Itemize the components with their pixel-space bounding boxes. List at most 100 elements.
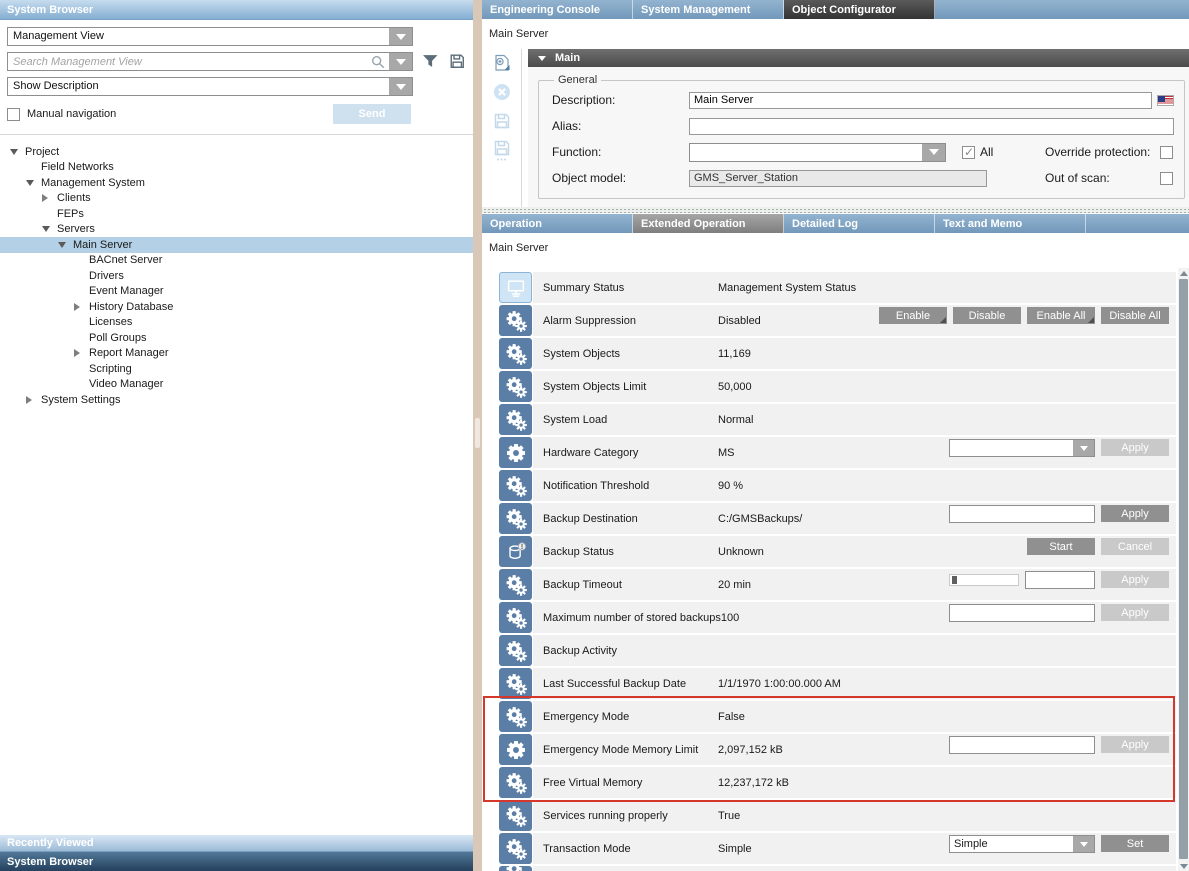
backup-timeout-input[interactable]: [1025, 571, 1095, 589]
send-button[interactable]: Send: [333, 104, 411, 124]
splitter-grip[interactable]: [475, 418, 480, 448]
gear-icon[interactable]: [499, 437, 532, 468]
database-alert-icon[interactable]: !: [499, 536, 532, 567]
tree-collapsed-icon[interactable]: [74, 303, 89, 311]
tree-item-field-networks[interactable]: Field Networks: [0, 160, 473, 176]
override-protection-checkbox[interactable]: [1160, 146, 1173, 159]
start-button[interactable]: Start: [1027, 538, 1095, 555]
gears-icon[interactable]: [499, 338, 532, 369]
tab-system-management[interactable]: System Management: [633, 0, 784, 19]
save-icon[interactable]: [492, 111, 512, 131]
description-input[interactable]: [689, 92, 1152, 109]
tree-expanded-icon[interactable]: [42, 226, 57, 232]
view-selector[interactable]: Management View: [7, 27, 413, 46]
set-button[interactable]: Set: [1101, 835, 1169, 852]
tab-operation[interactable]: Operation: [482, 214, 633, 233]
tab-engineering-console[interactable]: Engineering Console: [482, 0, 633, 19]
tree-collapsed-icon[interactable]: [74, 349, 89, 357]
chevron-down-icon[interactable]: [389, 53, 412, 70]
gears-icon[interactable]: [499, 833, 532, 864]
backup-destination-input[interactable]: [949, 505, 1095, 523]
gears-icon[interactable]: [499, 767, 532, 798]
gears-icon[interactable]: [499, 602, 532, 633]
maximum-number-of-stored-backups-input[interactable]: [949, 604, 1095, 622]
out-of-scan-checkbox[interactable]: [1160, 172, 1173, 185]
enable-button[interactable]: Enable: [879, 307, 947, 324]
scroll-up-icon[interactable]: [1178, 268, 1189, 278]
gear-icon[interactable]: [499, 734, 532, 765]
tree-item-licenses[interactable]: Licenses: [0, 315, 473, 331]
chevron-down-icon[interactable]: [1073, 440, 1094, 456]
gears-icon[interactable]: [499, 371, 532, 402]
tree-item-system-settings[interactable]: System Settings: [0, 392, 473, 408]
tree-item-video-manager[interactable]: Video Manager: [0, 377, 473, 393]
main-section-header[interactable]: Main: [528, 49, 1189, 67]
tree-expanded-icon[interactable]: [26, 180, 41, 186]
slider-handle[interactable]: [952, 576, 957, 584]
tree-item-report-manager[interactable]: Report Manager: [0, 346, 473, 362]
delete-object-icon[interactable]: [492, 82, 512, 102]
tree-item-clients[interactable]: Clients: [0, 191, 473, 207]
tree-item-management-system[interactable]: Management System: [0, 175, 473, 191]
panel-splitter[interactable]: [473, 0, 482, 871]
tree-item-project[interactable]: Project: [0, 144, 473, 160]
alias-input[interactable]: [689, 118, 1174, 135]
gears-icon[interactable]: [499, 470, 532, 501]
save-filter-icon[interactable]: [448, 52, 467, 71]
apply-button[interactable]: Apply: [1101, 505, 1169, 522]
transaction-mode-select[interactable]: Simple: [949, 835, 1095, 853]
tab-text-and-memo[interactable]: Text and Memo: [935, 214, 1086, 233]
emergency-mode-memory-limit-input[interactable]: [949, 736, 1095, 754]
tree-item-bacnet-server[interactable]: BACnet Server: [0, 253, 473, 269]
description-selector[interactable]: Show Description: [7, 77, 413, 96]
function-select[interactable]: [689, 143, 946, 162]
save-as-icon[interactable]: [492, 140, 512, 160]
tree-item-history-database[interactable]: History Database: [0, 299, 473, 315]
tree-expanded-icon[interactable]: [58, 242, 73, 248]
gears-icon[interactable]: [499, 635, 532, 666]
tab-extended-operation[interactable]: Extended Operation: [633, 214, 784, 233]
tree-item-scripting[interactable]: Scripting: [0, 361, 473, 377]
enable-all-button[interactable]: Enable All: [1027, 307, 1095, 324]
disable-all-button[interactable]: Disable All: [1101, 307, 1169, 324]
gears-icon[interactable]: [499, 866, 532, 871]
tab-detailed-log[interactable]: Detailed Log: [784, 214, 935, 233]
tree-item-feps[interactable]: FEPs: [0, 206, 473, 222]
chevron-down-icon[interactable]: [389, 78, 412, 95]
search-icon[interactable]: [370, 54, 386, 70]
tree-expanded-icon[interactable]: [10, 149, 25, 155]
vertical-scrollbar[interactable]: [1178, 268, 1189, 871]
gears-icon[interactable]: [499, 569, 532, 600]
tree-item-event-manager[interactable]: Event Manager: [0, 284, 473, 300]
tree-item-main-server[interactable]: Main Server: [0, 237, 473, 253]
gears-icon[interactable]: [499, 701, 532, 732]
system-browser-bar[interactable]: System Browser: [0, 851, 473, 871]
tree-item-poll-groups[interactable]: Poll Groups: [0, 330, 473, 346]
gears-icon[interactable]: [499, 503, 532, 534]
new-object-icon[interactable]: [492, 53, 512, 73]
manual-navigation-checkbox[interactable]: [7, 108, 20, 121]
gears-icon[interactable]: [499, 668, 532, 699]
gears-icon[interactable]: [499, 305, 532, 336]
filter-icon[interactable]: [421, 52, 440, 71]
scroll-down-icon[interactable]: [1178, 861, 1189, 871]
tab-object-configurator[interactable]: Object Configurator: [784, 0, 935, 19]
recently-viewed-bar[interactable]: Recently Viewed: [0, 834, 473, 851]
scrollbar-thumb[interactable]: [1179, 279, 1188, 859]
tree-collapsed-icon[interactable]: [26, 396, 41, 404]
tree-collapsed-icon[interactable]: [42, 194, 57, 202]
monitor-icon[interactable]: [499, 272, 532, 303]
chevron-down-icon[interactable]: [389, 28, 412, 45]
tree-item-drivers[interactable]: Drivers: [0, 268, 473, 284]
gears-icon[interactable]: [499, 800, 532, 831]
chevron-down-icon[interactable]: [1073, 836, 1094, 852]
chevron-down-icon[interactable]: [922, 144, 945, 161]
disable-button[interactable]: Disable: [953, 307, 1021, 324]
search-input[interactable]: [8, 53, 366, 70]
search-box[interactable]: [7, 52, 413, 71]
backup-timeout-slider[interactable]: [949, 574, 1019, 586]
function-all-checkbox[interactable]: [962, 146, 975, 159]
gears-icon[interactable]: [499, 404, 532, 435]
hardware-category-select[interactable]: [949, 439, 1095, 457]
tree-item-servers[interactable]: Servers: [0, 222, 473, 238]
